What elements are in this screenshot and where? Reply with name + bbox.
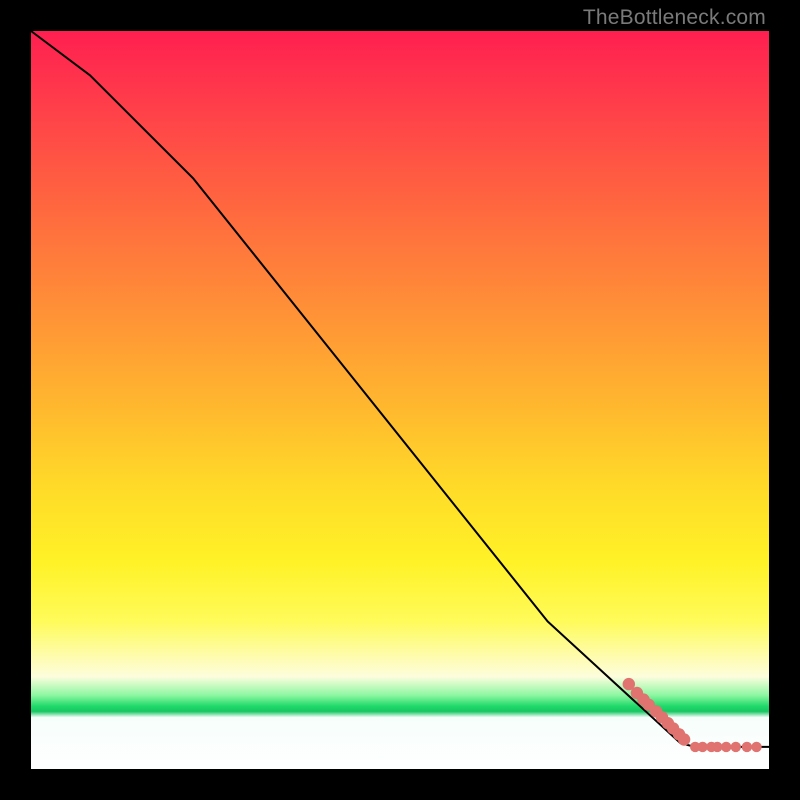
data-point xyxy=(731,742,741,752)
chart-stage: TheBottleneck.com xyxy=(0,0,800,800)
data-point xyxy=(678,733,690,745)
watermark-text: TheBottleneck.com xyxy=(583,6,766,30)
scatter-slope xyxy=(623,678,691,746)
scatter-flat xyxy=(690,742,762,752)
data-point xyxy=(751,742,761,752)
data-point xyxy=(721,742,731,752)
data-point xyxy=(742,742,752,752)
line-curve xyxy=(31,31,769,747)
data-point xyxy=(712,742,722,752)
chart-overlay xyxy=(31,31,769,769)
